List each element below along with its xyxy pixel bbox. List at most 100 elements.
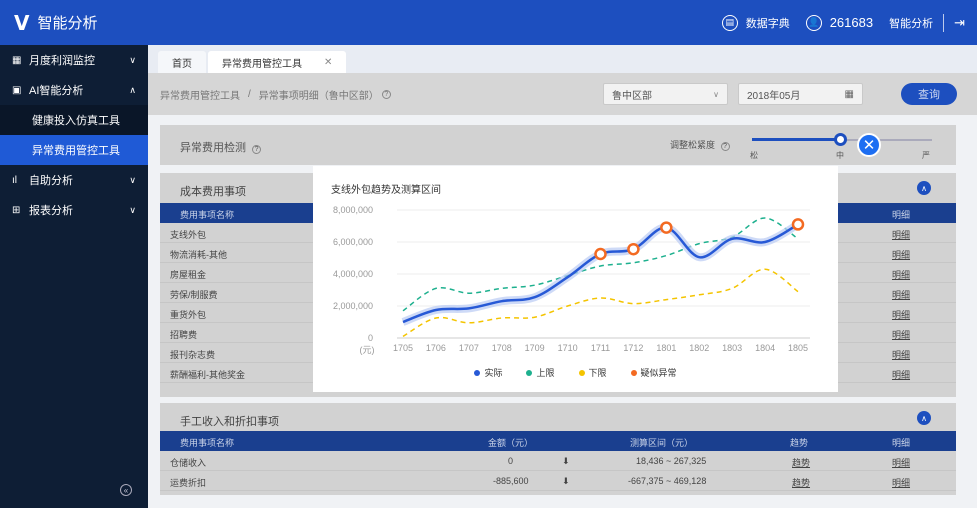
table-row: 仓储收入 0 ⬇ 18,436 ~ 267,325 趋势 明细 [160, 451, 956, 471]
row-name: 招聘费 [170, 330, 198, 340]
header-trend: 趋势 [790, 438, 809, 448]
detail-link[interactable]: 明细 [892, 268, 910, 281]
sidebar-item-monthly-profit[interactable]: ▦ 月度利润监控 ∨ [0, 45, 148, 75]
strictness-label: 调整松紧度 ? [670, 138, 730, 151]
anomaly-point [791, 218, 805, 231]
detail-link[interactable]: 明细 [892, 348, 910, 361]
series-line-1 [402, 217, 799, 312]
chart-icon: ▣ [12, 84, 22, 96]
table-row: 运费折扣 -885,600 ⬇ -667,375 ~ 469,128 趋势 明细 [160, 471, 956, 491]
sidebar-item-label: 自助分析 [29, 175, 73, 187]
y-tick-label: 8,000,000 [333, 205, 373, 215]
detail-link[interactable]: 明细 [892, 476, 910, 489]
x-tick-label: 1706 [426, 343, 446, 353]
dictionary-icon: ▤ [721, 14, 738, 31]
manual-table-header: 费用事项名称 金额（元） 测算区间（元） 趋势 明细 [160, 431, 956, 451]
help-icon[interactable]: ? [720, 142, 730, 151]
row-amount: 0 [508, 456, 514, 466]
sidebar-item-ai-analysis[interactable]: ▣ AI智能分析 ∧ [0, 75, 148, 105]
strictness-slider-handle[interactable] [834, 133, 847, 146]
collapse-icon[interactable]: ∧ [917, 181, 931, 195]
header-name: 费用事项名称 [180, 210, 235, 220]
sidebar-subitem-health-sim[interactable]: 健康投入仿真工具 [0, 105, 148, 135]
trend-chart-modal: 支线外包趋势及测算区间 0 2,000,000 4,000,000 6,000,000… [313, 166, 838, 392]
legend-label: 疑似异常 [640, 368, 677, 378]
app-title: 智能分析 [37, 15, 98, 32]
detection-panel: 异常费用检测 ? 调整松紧度 ? 松 中 严 [160, 125, 956, 165]
breadcrumb-current: 异常事项明细（鲁中区部） [258, 90, 379, 102]
tab-anomaly-tool[interactable]: 异常费用管控工具 ✕ [208, 51, 347, 73]
x-tick-label: 1803 [722, 343, 742, 353]
x-tick-label: 1802 [689, 343, 709, 353]
tab-bar: 首页 异常费用管控工具 ✕ [148, 45, 977, 73]
detail-link[interactable]: 明细 [892, 248, 910, 261]
row-name: 仓储收入 [170, 458, 207, 468]
sidebar-item-self-analysis[interactable]: ıl 自助分析 ∨ [0, 165, 148, 195]
detail-link[interactable]: 明细 [892, 368, 910, 381]
detail-link[interactable]: 明细 [892, 308, 910, 321]
help-icon[interactable]: ? [381, 89, 391, 99]
anomaly-point [594, 247, 607, 261]
detail-link[interactable]: 明细 [892, 228, 910, 241]
row-name: 房屋租金 [170, 270, 207, 280]
anomaly-point [627, 242, 640, 256]
detail-link[interactable]: 明细 [892, 456, 910, 469]
x-tick-label: 1712 [623, 343, 643, 353]
region-select[interactable]: 鲁中区部 ∨ [603, 83, 728, 105]
close-icon[interactable]: ✕ [857, 133, 881, 157]
collapse-sidebar-icon[interactable]: « [120, 484, 132, 496]
chevron-down-icon: ∨ [713, 89, 719, 99]
x-tick-label: 1710 [558, 343, 578, 353]
month-picker[interactable]: 2018年05月 ▦ [738, 83, 863, 105]
close-icon[interactable]: ✕ [324, 57, 332, 68]
logout-icon[interactable]: ⇥ [954, 15, 965, 31]
collapse-icon[interactable]: ∧ [917, 411, 931, 425]
sidebar-item-report-analysis[interactable]: ⊞ 报表分析 ∨ [0, 195, 148, 225]
strictness-slider-fill [752, 138, 840, 141]
manual-section: 手工收入和折扣事项 ∧ 费用事项名称 金额（元） 测算区间（元） 趋势 明细 仓… [160, 403, 956, 495]
legend-item[interactable]: 疑似异常 [630, 366, 677, 379]
slider-label-mid: 中 [836, 151, 844, 160]
y-unit-label: (元) [360, 345, 375, 355]
x-tick-label: 1804 [755, 343, 775, 353]
header-detail: 明细 [892, 210, 911, 220]
data-dictionary-label: 数据字典 [745, 17, 790, 30]
row-range: 18,436 ~ 267,325 [636, 456, 707, 466]
logo-v-icon: V [14, 10, 30, 35]
trend-link[interactable]: 趋势 [792, 476, 810, 489]
header-detail: 明细 [892, 438, 911, 448]
breadcrumb-separator: / [248, 88, 251, 100]
anomaly-point [660, 221, 673, 234]
legend-item[interactable]: 上限 [526, 366, 555, 379]
y-tick-label: 6,000,000 [333, 237, 373, 247]
row-name: 物流消耗-其他 [170, 250, 227, 260]
detail-link[interactable]: 明细 [892, 328, 910, 341]
sidebar-subitem-anomaly-tool[interactable]: 异常费用管控工具 [0, 135, 148, 165]
legend-label: 实际 [484, 368, 503, 378]
y-tick-label: 4,000,000 [333, 269, 373, 279]
row-name: 报刊杂志费 [170, 350, 216, 360]
divider [943, 13, 945, 32]
legend-item[interactable]: 实际 [474, 366, 502, 379]
user-role: 智能分析 [889, 17, 934, 30]
x-tick-label: 1709 [525, 343, 545, 353]
tab-home[interactable]: 首页 [158, 51, 206, 73]
row-name: 运费折扣 [170, 478, 207, 488]
legend-item[interactable]: 下限 [578, 366, 607, 379]
report-icon: ⊞ [12, 204, 21, 216]
user-id: 261683 [829, 15, 874, 30]
legend-dot-icon [630, 369, 637, 376]
sidebar-item-label: 报表分析 [29, 205, 73, 217]
query-button[interactable]: 查询 [901, 83, 957, 105]
app-logo[interactable]: V 智能分析 [0, 11, 160, 35]
y-tick-label: 0 [368, 333, 373, 343]
help-icon[interactable]: ? [252, 145, 262, 154]
detail-link[interactable]: 明细 [892, 288, 910, 301]
data-dictionary-link[interactable]: ▤ 数据字典 [721, 14, 790, 31]
row-name: 支线外包 [170, 230, 207, 240]
breadcrumb-item[interactable]: 异常费用管控工具 [160, 87, 240, 102]
user-icon: 👤 [805, 14, 822, 31]
user-info[interactable]: 👤 261683 [805, 14, 874, 31]
trend-link[interactable]: 趋势 [792, 456, 810, 469]
slider-label-strict: 严 [922, 151, 930, 160]
